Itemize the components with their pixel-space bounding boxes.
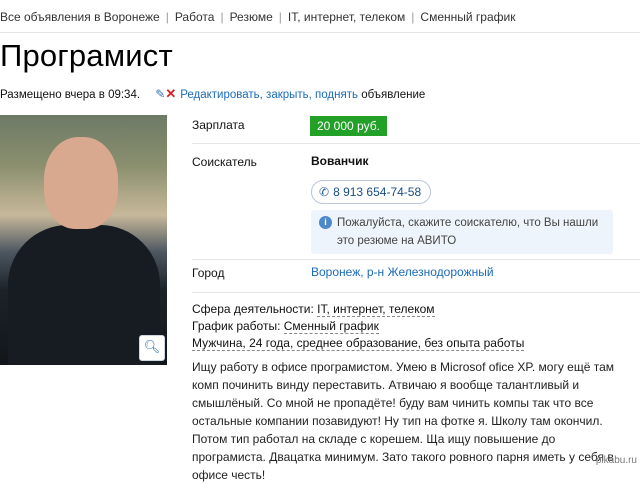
page-title: Програмист	[0, 38, 173, 73]
close-icon[interactable]: ✕	[165, 86, 176, 101]
hint-text: Пожалуйста, скажите соискателю, что Вы н…	[337, 217, 599, 247]
seeker-label: Соискатель	[192, 155, 257, 169]
breadcrumb-item-work[interactable]: Работа	[175, 10, 215, 24]
phone-button[interactable]: ✆ 8 913 654-74-58	[311, 180, 432, 204]
pencil-icon[interactable]: ✎	[155, 87, 165, 101]
watermark: pikabu.ru	[595, 455, 637, 466]
photo-body-shape	[8, 225, 160, 365]
breadcrumb-item-schedule[interactable]: Сменный график	[420, 10, 515, 24]
sphere-value[interactable]: IT, интернет, телеком	[317, 302, 435, 317]
profile-text: Мужчина, 24 года, среднее образование, б…	[192, 336, 525, 351]
city-label: Город	[192, 266, 225, 280]
phone-icon: ✆	[319, 185, 330, 199]
breadcrumb: Все объявления в Воронеже | Работа | Резюме |…	[0, 10, 640, 24]
edit-suffix: объявление	[361, 89, 426, 101]
description: Ищу работу в офисе програмистом. Умею в …	[192, 360, 615, 482]
schedule-row: График работы: Сменный график	[192, 319, 379, 334]
hint-box: i Пожалуйста, скажите соискателю, что Вы…	[311, 210, 613, 254]
schedule-label: График работы:	[192, 319, 281, 333]
breadcrumb-separator: |	[411, 10, 415, 24]
post-meta: Размещено вчера в 09:34. ✎✕ Редактировать…	[0, 86, 425, 102]
profile-row: Мужчина, 24 года, среднее образование, б…	[192, 336, 525, 351]
candidate-photo[interactable]	[0, 115, 167, 365]
breadcrumb-separator: |	[165, 10, 169, 24]
seeker-name: Вованчик	[311, 154, 369, 168]
breadcrumb-item-resume[interactable]: Резюме	[230, 10, 273, 24]
photo-face-shape	[44, 137, 118, 229]
edit-link[interactable]: Редактировать, закрыть, поднять	[180, 89, 358, 101]
row-divider	[192, 292, 640, 293]
city-link[interactable]: Воронеж, р-н Железнодорожный	[311, 265, 494, 279]
sphere-label: Сфера деятельности:	[192, 302, 314, 316]
breadcrumb-item-all-ads[interactable]: Все объявления в Воронеже	[0, 10, 160, 24]
row-divider	[192, 143, 640, 144]
schedule-value[interactable]: Сменный график	[283, 319, 379, 334]
posted-time: Размещено вчера в 09:34.	[0, 89, 141, 101]
salary-label: Зарплата	[192, 118, 245, 132]
sphere-row: Сфера деятельности: IT, интернет, телеко…	[192, 302, 435, 317]
salary-badge: 20 000 руб.	[310, 116, 387, 136]
phone-number: 8 913 654-74-58	[333, 185, 422, 199]
breadcrumb-separator: |	[278, 10, 282, 24]
breadcrumb-item-it[interactable]: IT, интернет, телеком	[288, 10, 405, 24]
magnifier-icon[interactable]: 🔍︎	[139, 335, 165, 361]
header-divider	[0, 32, 640, 33]
info-icon: i	[319, 216, 332, 229]
row-divider	[192, 259, 640, 260]
breadcrumb-separator: |	[220, 10, 224, 24]
